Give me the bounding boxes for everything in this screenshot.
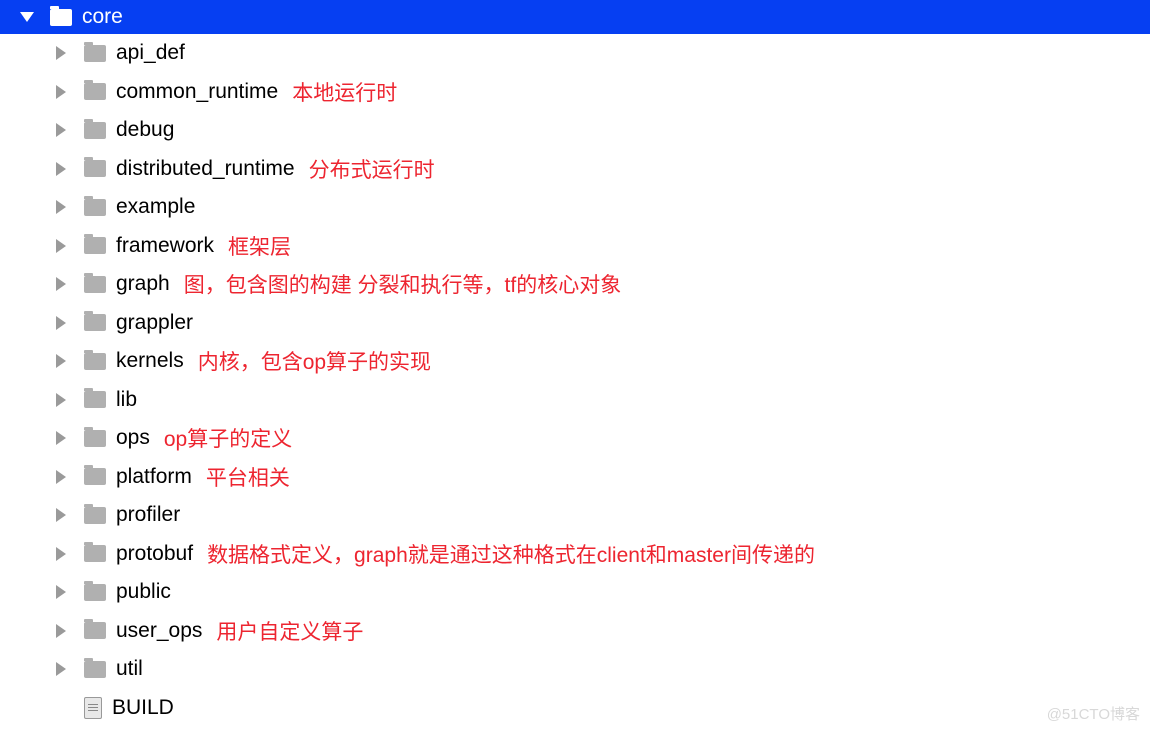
- tree-item-label: lib: [116, 388, 137, 412]
- tree-item-label: ops: [116, 426, 150, 450]
- folder-icon: [84, 237, 106, 254]
- folder-icon: [84, 199, 106, 216]
- folder-icon: [84, 661, 106, 678]
- folder-icon: [84, 160, 106, 177]
- tree-item-label: common_runtime: [116, 80, 278, 104]
- folder-icon: [84, 430, 106, 447]
- tree-item-label: profiler: [116, 503, 180, 527]
- chevron-right-icon: [56, 354, 66, 368]
- tree-item-label: graph: [116, 272, 170, 296]
- folder-icon: [84, 584, 106, 601]
- tree-item-debug[interactable]: debug: [0, 111, 1150, 150]
- tree-item-label: BUILD: [112, 696, 174, 720]
- chevron-right-icon: [56, 277, 66, 291]
- chevron-right-icon: [56, 431, 66, 445]
- chevron-right-icon: [56, 508, 66, 522]
- annotation-text: 本地运行时: [292, 77, 397, 107]
- folder-icon: [84, 622, 106, 639]
- tree-item-framework[interactable]: framework 框架层: [0, 227, 1150, 266]
- tree-root-row[interactable]: core: [0, 0, 1150, 34]
- tree-item-lib[interactable]: lib: [0, 381, 1150, 420]
- tree-item-graph[interactable]: graph 图，包含图的构建 分裂和执行等，tf的核心对象: [0, 265, 1150, 304]
- tree-item-public[interactable]: public: [0, 573, 1150, 612]
- annotation-text: 用户自定义算子: [216, 616, 363, 646]
- tree-item-label: debug: [116, 118, 174, 142]
- chevron-right-icon: [56, 624, 66, 638]
- folder-icon: [84, 314, 106, 331]
- tree-item-label: grappler: [116, 311, 193, 335]
- chevron-right-icon: [56, 239, 66, 253]
- annotation-text: 分布式运行时: [309, 154, 435, 184]
- tree-item-label: public: [116, 580, 171, 604]
- tree-item-distributed_runtime[interactable]: distributed_runtime 分布式运行时: [0, 150, 1150, 189]
- tree-item-build[interactable]: BUILD: [0, 689, 1150, 728]
- folder-icon: [84, 83, 106, 100]
- tree-item-protobuf[interactable]: protobuf 数据格式定义，graph就是通过这种格式在client和mast…: [0, 535, 1150, 574]
- tree-item-label: protobuf: [116, 542, 193, 566]
- root-folder-label: core: [82, 5, 123, 29]
- folder-icon: [84, 122, 106, 139]
- chevron-down-icon: [20, 12, 34, 22]
- folder-icon: [84, 45, 106, 62]
- tree-item-platform[interactable]: platform 平台相关: [0, 458, 1150, 497]
- tree-item-api_def[interactable]: api_def: [0, 34, 1150, 73]
- chevron-right-icon: [56, 46, 66, 60]
- tree-item-label: framework: [116, 234, 214, 258]
- annotation-text: 图，包含图的构建 分裂和执行等，tf的核心对象: [184, 269, 622, 299]
- chevron-right-icon: [56, 393, 66, 407]
- chevron-right-icon: [56, 200, 66, 214]
- watermark-text: @51CTO博客: [1047, 703, 1140, 724]
- tree-item-label: api_def: [116, 41, 185, 65]
- tree-item-ops[interactable]: ops op算子的定义: [0, 419, 1150, 458]
- annotation-text: op算子的定义: [164, 423, 292, 453]
- annotation-text: 内核，包含op算子的实现: [198, 346, 431, 376]
- annotation-text: 数据格式定义，graph就是通过这种格式在client和master间传递的: [207, 539, 815, 569]
- folder-icon: [84, 276, 106, 293]
- tree-children-container: api_def common_runtime 本地运行时 debug distribut…: [0, 34, 1150, 727]
- folder-icon: [84, 353, 106, 370]
- annotation-text: 框架层: [228, 231, 291, 261]
- folder-icon: [84, 468, 106, 485]
- tree-item-kernels[interactable]: kernels 内核，包含op算子的实现: [0, 342, 1150, 381]
- folder-icon: [84, 507, 106, 524]
- tree-item-label: kernels: [116, 349, 184, 373]
- chevron-right-icon: [56, 547, 66, 561]
- tree-item-label: user_ops: [116, 619, 202, 643]
- tree-item-label: util: [116, 657, 143, 681]
- chevron-right-icon: [56, 585, 66, 599]
- chevron-right-icon: [56, 85, 66, 99]
- folder-icon: [84, 545, 106, 562]
- tree-item-common_runtime[interactable]: common_runtime 本地运行时: [0, 73, 1150, 112]
- tree-item-grappler[interactable]: grappler: [0, 304, 1150, 343]
- chevron-right-icon: [56, 470, 66, 484]
- folder-icon: [50, 9, 72, 26]
- chevron-right-icon: [56, 662, 66, 676]
- chevron-right-icon: [56, 162, 66, 176]
- chevron-right-icon: [56, 123, 66, 137]
- tree-item-user_ops[interactable]: user_ops 用户自定义算子: [0, 612, 1150, 651]
- tree-item-profiler[interactable]: profiler: [0, 496, 1150, 535]
- folder-icon: [84, 391, 106, 408]
- chevron-right-icon: [56, 316, 66, 330]
- tree-item-util[interactable]: util: [0, 650, 1150, 689]
- file-icon: [84, 697, 102, 719]
- tree-item-label: distributed_runtime: [116, 157, 295, 181]
- tree-item-label: platform: [116, 465, 192, 489]
- tree-item-example[interactable]: example: [0, 188, 1150, 227]
- annotation-text: 平台相关: [206, 462, 290, 492]
- tree-item-label: example: [116, 195, 195, 219]
